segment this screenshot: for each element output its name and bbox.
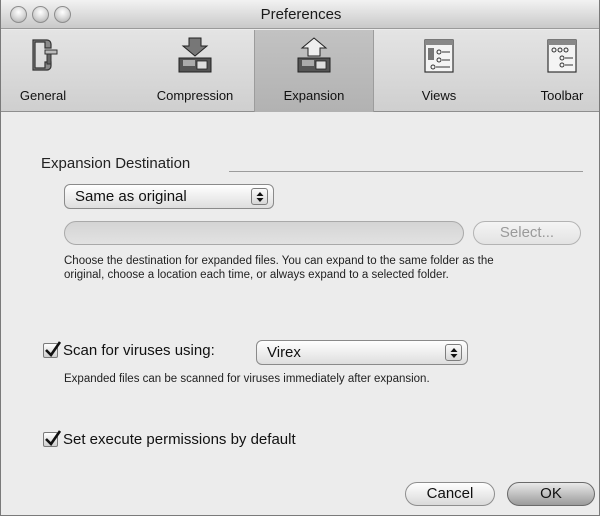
virus-scanner-popup-value: Virex	[267, 344, 301, 361]
tab-views-label: Views	[421, 88, 457, 103]
tab-expansion-label: Expansion	[283, 88, 345, 103]
preferences-toolbar: General Compression Expansion Views Tool…	[1, 30, 599, 112]
toolbar-icon	[542, 36, 582, 76]
title-bar[interactable]: Preferences	[1, 0, 599, 29]
tab-views[interactable]: Views	[396, 30, 482, 112]
views-icon	[419, 36, 459, 76]
tab-general[interactable]: General	[9, 30, 77, 112]
cancel-button[interactable]: Cancel	[405, 482, 495, 506]
expansion-destination-heading: Expansion Destination	[41, 155, 191, 172]
tab-toolbar-label: Toolbar	[540, 88, 584, 103]
checkmark-icon	[45, 430, 62, 447]
destination-path-field	[64, 221, 464, 245]
preferences-window: Preferences General Compression Expansio…	[0, 0, 600, 516]
compress-icon	[175, 36, 215, 76]
execute-permissions-label[interactable]: Set execute permissions by default	[63, 431, 296, 448]
destination-help-line-1: Choose the destination for expanded file…	[64, 255, 494, 267]
window-title: Preferences	[260, 6, 342, 23]
popup-arrows-icon	[445, 344, 462, 361]
scan-viruses-label[interactable]: Scan for viruses using:	[63, 342, 215, 359]
virus-help-text: Expanded files can be scanned for viruse…	[64, 373, 430, 385]
virus-scanner-popup[interactable]: Virex	[256, 340, 468, 365]
destination-popup-value: Same as original	[75, 188, 187, 205]
section-divider	[229, 171, 583, 172]
destination-help-line-2: original, choose a location each time, o…	[64, 269, 449, 281]
popup-arrows-icon	[251, 188, 268, 205]
ok-button[interactable]: OK	[507, 482, 595, 506]
tab-compression[interactable]: Compression	[141, 30, 249, 112]
tab-compression-label: Compression	[156, 88, 234, 103]
clamp-icon	[23, 36, 63, 76]
tab-general-label: General	[19, 88, 67, 103]
scan-viruses-checkbox[interactable]	[43, 341, 62, 358]
tab-expansion[interactable]: Expansion	[254, 30, 374, 112]
expand-icon	[294, 36, 334, 76]
destination-popup[interactable]: Same as original	[64, 184, 274, 209]
destination-help-text: Choose the destination for expanded file…	[64, 254, 584, 282]
checkmark-icon	[45, 341, 62, 358]
execute-permissions-checkbox[interactable]	[43, 430, 62, 447]
tab-toolbar[interactable]: Toolbar	[523, 30, 599, 112]
select-folder-button[interactable]: Select...	[473, 221, 581, 245]
